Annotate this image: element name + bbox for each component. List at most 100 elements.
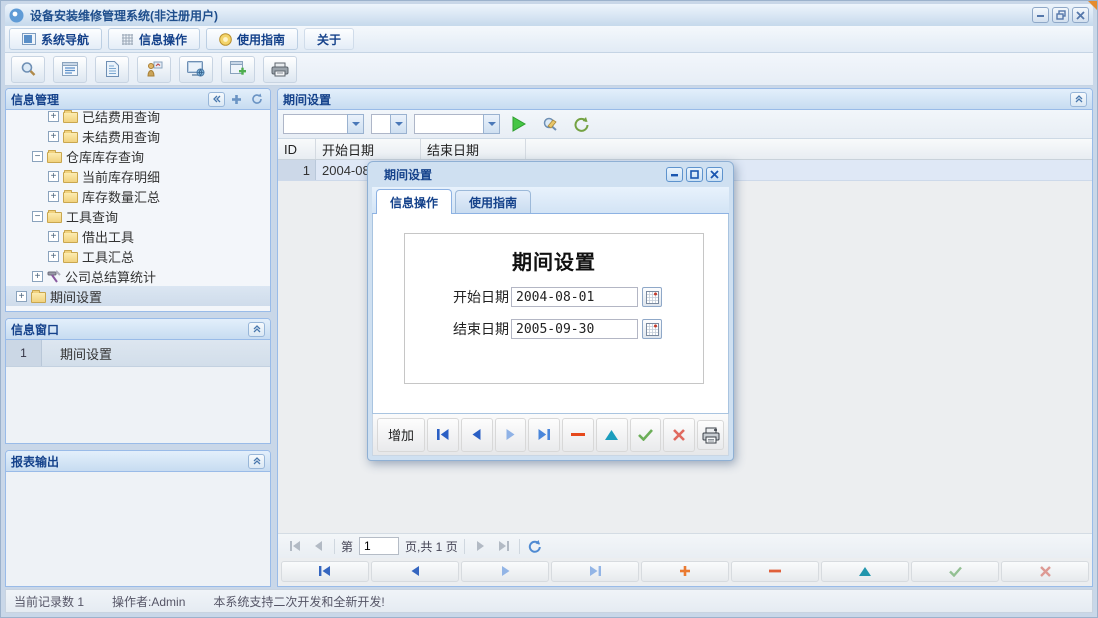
collapse-up-icon[interactable] — [248, 322, 265, 337]
help-icon — [219, 33, 232, 46]
expand-icon[interactable] — [16, 291, 27, 302]
dialog-title: 期间设置 — [384, 166, 663, 183]
window-add-tool-button[interactable] — [221, 56, 255, 83]
close-button[interactable] — [1072, 7, 1089, 23]
collapse-left-icon[interactable] — [208, 92, 225, 107]
info-panel-title: 信息管理 — [11, 91, 205, 108]
page-prev-icon[interactable] — [310, 537, 328, 555]
record-save-button[interactable] — [911, 561, 999, 582]
dialog-save-button[interactable] — [630, 418, 662, 452]
calendar-icon[interactable] — [642, 319, 662, 339]
page-refresh-icon[interactable] — [526, 537, 544, 555]
record-count-status: 当前记录数 1 — [6, 593, 98, 610]
menu-about[interactable]: 关于 — [304, 28, 354, 50]
expand-icon[interactable] — [48, 251, 59, 262]
table-icon — [62, 62, 78, 76]
tab-info-operation[interactable]: 信息操作 — [376, 189, 452, 214]
printer-tool-button[interactable] — [263, 56, 297, 83]
value-combo-input[interactable] — [414, 114, 483, 134]
collapse-icon[interactable] — [32, 211, 43, 222]
folder-icon — [63, 112, 78, 123]
dialog-first-button[interactable] — [427, 418, 459, 452]
dialog-close-button[interactable] — [706, 167, 723, 182]
expand-icon[interactable] — [48, 111, 59, 122]
refresh-query-button[interactable] — [569, 112, 593, 136]
document-tool-button[interactable] — [95, 56, 129, 83]
nav-prev-button[interactable] — [371, 561, 459, 582]
tree-item-current-stock[interactable]: 当前库存明细 — [6, 166, 270, 186]
page-next-icon[interactable] — [471, 537, 489, 555]
tree-item-period-settings[interactable]: 期间设置 — [6, 286, 270, 306]
menu-info-operation[interactable]: 信息操作 — [108, 28, 200, 50]
report-output-panel: 报表输出 — [5, 450, 271, 587]
minimize-button[interactable] — [1032, 7, 1049, 23]
tree-item-stock-summary[interactable]: 库存数量汇总 — [6, 186, 270, 206]
expand-icon[interactable] — [48, 191, 59, 202]
table-tool-button[interactable] — [53, 56, 87, 83]
record-delete-button[interactable] — [731, 561, 819, 582]
column-end-date[interactable]: 结束日期 — [421, 139, 526, 159]
tree-item-settled-fees[interactable]: 已结费用查询 — [6, 110, 270, 126]
value-combo[interactable] — [414, 114, 500, 134]
nav-first-button[interactable] — [281, 561, 369, 582]
refresh-panel-icon[interactable] — [248, 92, 265, 107]
tree-item-company-statistics[interactable]: 公司总结算统计 — [6, 266, 270, 286]
search-icon — [20, 61, 37, 78]
nav-last-button[interactable] — [551, 561, 639, 582]
tree-item-tool-summary[interactable]: 工具汇总 — [6, 246, 270, 266]
calendar-icon[interactable] — [642, 287, 662, 307]
dialog-maximize-button[interactable] — [686, 167, 703, 182]
search-tool-button[interactable] — [11, 56, 45, 83]
menu-system-navigation[interactable]: 系统导航 — [9, 28, 102, 50]
add-panel-icon[interactable] — [228, 92, 245, 107]
tree-item-warehouse-query[interactable]: 仓库库存查询 — [6, 146, 270, 166]
chevron-down-icon[interactable] — [347, 114, 364, 134]
monitor-tool-button[interactable] — [179, 56, 213, 83]
collapse-up-icon[interactable] — [248, 454, 265, 469]
expand-icon[interactable] — [32, 271, 43, 282]
info-window-row[interactable]: 1 期间设置 — [6, 340, 270, 367]
expand-icon[interactable] — [48, 171, 59, 182]
dialog-print-button[interactable] — [697, 420, 724, 450]
restore-button[interactable] — [1052, 7, 1069, 23]
chevron-down-icon[interactable] — [390, 114, 407, 134]
folder-icon — [63, 192, 78, 203]
operator-combo-input[interactable] — [371, 114, 390, 134]
record-edit-button[interactable] — [821, 561, 909, 582]
page-number-input[interactable] — [359, 537, 399, 555]
user-report-tool-button[interactable] — [137, 56, 171, 83]
dialog-header[interactable]: 期间设置 — [372, 162, 729, 187]
menu-user-guide[interactable]: 使用指南 — [206, 28, 298, 50]
dialog-next-button[interactable] — [495, 418, 527, 452]
add-button[interactable]: 增加 — [377, 418, 425, 452]
dialog-minimize-button[interactable] — [666, 167, 683, 182]
tree-item-lent-tools[interactable]: 借出工具 — [6, 226, 270, 246]
execute-query-button[interactable] — [507, 112, 531, 136]
expand-icon[interactable] — [48, 131, 59, 142]
field-combo[interactable] — [283, 114, 364, 134]
dialog-edit-button[interactable] — [596, 418, 628, 452]
operator-combo[interactable] — [371, 114, 407, 134]
dialog-last-button[interactable] — [528, 418, 560, 452]
page-last-icon[interactable] — [495, 537, 513, 555]
search-edit-button[interactable] — [538, 112, 562, 136]
tree-item-unsettled-fees[interactable]: 未结费用查询 — [6, 126, 270, 146]
dialog-cancel-button[interactable] — [663, 418, 695, 452]
nav-next-button[interactable] — [461, 561, 549, 582]
collapse-icon[interactable] — [32, 151, 43, 162]
record-add-button[interactable] — [641, 561, 729, 582]
dialog-prev-button[interactable] — [461, 418, 493, 452]
record-cancel-button[interactable] — [1001, 561, 1089, 582]
start-date-input[interactable] — [511, 287, 638, 307]
collapse-up-icon[interactable] — [1070, 92, 1087, 107]
expand-icon[interactable] — [48, 231, 59, 242]
field-combo-input[interactable] — [283, 114, 347, 134]
dialog-delete-button[interactable] — [562, 418, 594, 452]
tab-user-guide[interactable]: 使用指南 — [455, 190, 531, 213]
chevron-down-icon[interactable] — [483, 114, 500, 134]
column-start-date[interactable]: 开始日期 — [316, 139, 421, 159]
tree-item-tool-query[interactable]: 工具查询 — [6, 206, 270, 226]
column-id[interactable]: ID — [278, 139, 316, 159]
page-first-icon[interactable] — [286, 537, 304, 555]
end-date-input[interactable] — [511, 319, 638, 339]
